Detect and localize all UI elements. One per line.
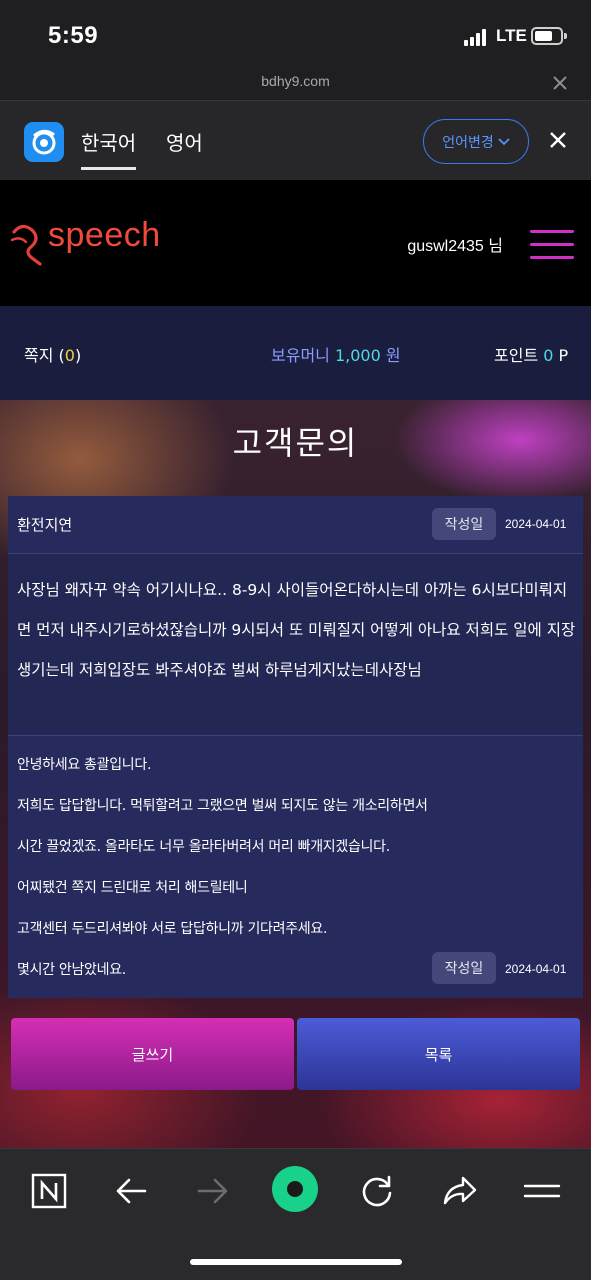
account-info-bar: 쪽지 (0) 보유머니 1,000 원 포인트 0 P: [0, 306, 591, 400]
change-language-label: 언어변경: [442, 134, 494, 151]
hamburger-menu-icon[interactable]: [530, 230, 574, 260]
points-label: 포인트: [494, 346, 539, 365]
inquiry-body: 사장님 왜자꾸 약속 어기시나요.. 8-9시 사이들어온다하시는데 아까는 6…: [8, 554, 583, 736]
site-header: speech guswl2435 님: [0, 180, 591, 306]
status-bar: 5:59 LTE: [0, 0, 591, 70]
url-close-icon[interactable]: [553, 70, 567, 95]
points-info: 포인트 0 P: [494, 342, 568, 366]
answer-line: 저희도 답답합니다. 먹튀할려고 그랬으면 벌써 되지도 않는 개소리하면서: [17, 798, 428, 814]
page-title: 고객문의: [232, 424, 359, 462]
forward-arrow-icon[interactable]: [193, 1171, 233, 1211]
change-language-button[interactable]: 언어변경: [423, 119, 529, 164]
answer-line: 시간 끌었겠죠. 올라타도 너무 올라타버려서 머리 빠개지겠습니다.: [17, 839, 390, 855]
translate-close-icon[interactable]: [549, 127, 567, 155]
chevron-down-icon: [498, 137, 510, 145]
url-text[interactable]: bdhy9.com: [0, 73, 591, 89]
share-icon[interactable]: [439, 1171, 479, 1211]
answer-written-date-badge: 작성일: [432, 952, 496, 984]
answer-date: 2024-04-01: [505, 962, 567, 976]
inquiry-author: 환전지연: [17, 516, 73, 534]
answer-panel: 안녕하세요 총괄입니다. 저희도 답답합니다. 먹튀할려고 그랬으면 벌써 되지…: [8, 736, 583, 998]
points-value: 0: [543, 346, 554, 365]
refresh-icon[interactable]: [357, 1171, 397, 1211]
answer-line: 안녕하세요 총괄입니다.: [17, 757, 152, 773]
messages-label: 쪽지: [24, 346, 54, 365]
signal-icon: [464, 28, 488, 46]
speech-logo-icon[interactable]: [10, 220, 48, 272]
balance-info: 보유머니 1,000 원: [271, 342, 401, 366]
inquiry-question: 사장님 왜자꾸 약속 어기시나요.. 8-9시 사이들어온다하시는데 아까는 6…: [17, 581, 576, 679]
battery-icon: [531, 27, 567, 45]
balance-unit: 원: [385, 346, 401, 365]
write-button[interactable]: 글쓰기: [11, 1018, 294, 1090]
balance-label: 보유머니: [271, 346, 330, 365]
network-type: LTE: [496, 26, 527, 45]
answer-line: 고객센터 두드리셔봐야 서로 답답하니까 기다려주세요.: [17, 921, 328, 937]
messages-count: 0: [64, 346, 75, 365]
home-indicator[interactable]: [190, 1259, 402, 1265]
home-circle-icon[interactable]: [271, 1165, 319, 1213]
points-unit: P: [558, 346, 569, 365]
username: guswl2435 님: [407, 238, 503, 255]
back-arrow-icon[interactable]: [111, 1171, 151, 1211]
inquiry-header: 환전지연 작성일 2024-04-01: [8, 496, 583, 554]
list-button[interactable]: 목록: [297, 1018, 580, 1090]
site-logo-text[interactable]: speech: [48, 216, 161, 255]
papago-logo-icon: [24, 122, 64, 162]
tab-english[interactable]: 영어: [166, 127, 203, 156]
translate-bar: 한국어 영어 언어변경: [0, 100, 591, 180]
written-date-badge: 작성일: [432, 508, 496, 540]
answer-line: 어찌됐건 쪽지 드린대로 처리 해드릴테니: [17, 880, 248, 896]
answer-line: 몇시간 안남았네요.: [17, 962, 126, 978]
messages-info[interactable]: 쪽지 (0): [24, 342, 81, 366]
url-bar[interactable]: bdhy9.com: [0, 70, 591, 100]
status-time: 5:59: [48, 22, 99, 49]
inquiry-date: 2024-04-01: [505, 517, 567, 531]
menu-lines-icon[interactable]: [522, 1171, 562, 1211]
balance-value: 1,000: [334, 346, 381, 365]
naver-n-icon[interactable]: [29, 1171, 69, 1211]
tab-korean[interactable]: 한국어: [81, 127, 137, 170]
